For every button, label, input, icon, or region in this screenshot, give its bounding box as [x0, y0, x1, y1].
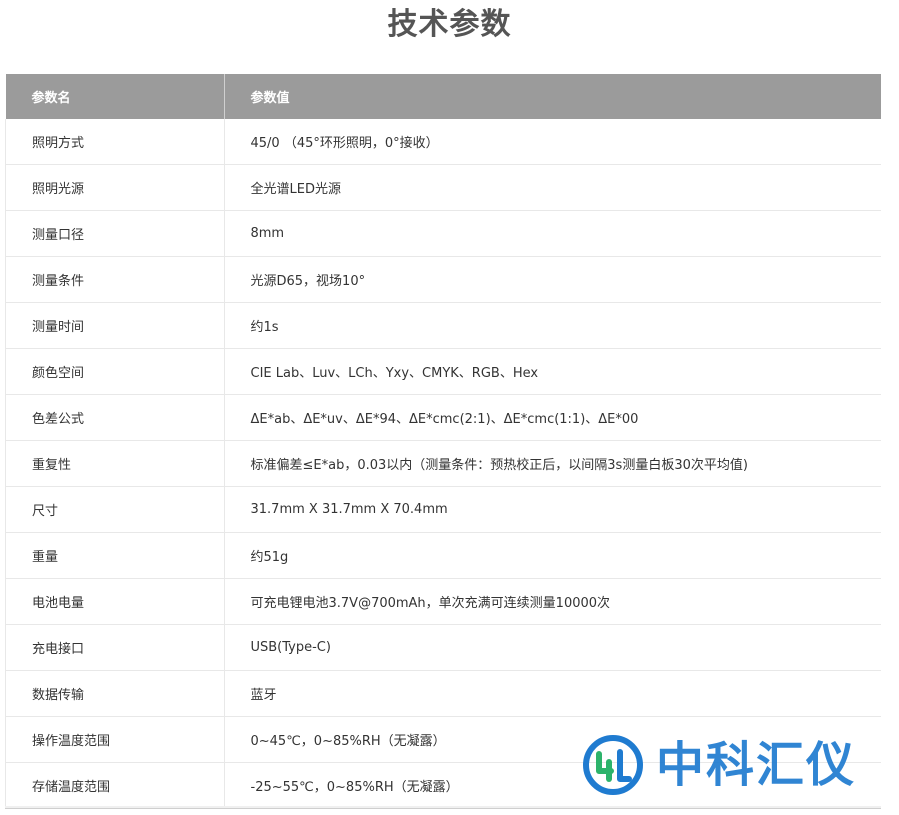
param-name: 数据传输 — [5, 670, 225, 717]
param-value: 全光谱LED光源 — [224, 164, 881, 211]
param-name: 操作温度范围 — [5, 716, 225, 763]
spec-table: 参数名 参数值 照明方式 45/0 （45°环形照明，0°接收） 照明光源 全光谱L… — [5, 74, 881, 809]
table-row: 充电接口 USB(Type-C) — [5, 624, 881, 671]
param-value: 约1s — [224, 302, 881, 349]
param-value: 31.7mm X 31.7mm X 70.4mm — [224, 486, 881, 533]
table-row: 数据传输 蓝牙 — [5, 670, 881, 717]
param-name: 充电接口 — [5, 624, 225, 671]
param-value: 可充电锂电池3.7V@700mAh，单次充满可连续测量10000次 — [224, 578, 881, 625]
param-name: 照明方式 — [5, 119, 225, 165]
param-name: 测量时间 — [5, 302, 225, 349]
table-row: 重复性 标准偏差≤E*ab，0.03以内（测量条件：预热校正后，以间隔3s测量白板… — [5, 440, 881, 487]
param-name: 存储温度范围 — [5, 762, 225, 809]
param-value: 45/0 （45°环形照明，0°接收） — [224, 119, 881, 165]
param-name: 重复性 — [5, 440, 225, 487]
table-row: 颜色空间 CIE Lab、Luv、LCh、Yxy、CMYK、RGB、Hex — [5, 348, 881, 395]
company-logo-icon — [583, 735, 643, 795]
table-row: 照明方式 45/0 （45°环形照明，0°接收） — [5, 119, 881, 165]
param-value: 蓝牙 — [224, 670, 881, 717]
page-title: 技术参数 — [387, 7, 512, 42]
bottom-divider — [5, 806, 881, 808]
spec-page: 技术参数 参数名 参数值 照明方式 45/0 （45°环形照明，0°接收） 照明光… — [0, 0, 899, 815]
spec-table-container: 参数名 参数值 照明方式 45/0 （45°环形照明，0°接收） 照明光源 全光谱L… — [5, 74, 881, 809]
param-value: 光源D65，视场10° — [224, 256, 881, 303]
table-row: 测量口径 8mm — [5, 210, 881, 257]
param-value: CIE Lab、Luv、LCh、Yxy、CMYK、RGB、Hex — [224, 348, 881, 395]
param-name: 电池电量 — [5, 578, 225, 625]
param-value: 8mm — [224, 210, 881, 257]
table-row: 测量条件 光源D65，视场10° — [5, 256, 881, 303]
param-value: USB(Type-C) — [224, 624, 881, 671]
table-row: 色差公式 ΔE*ab、ΔE*uv、ΔE*94、ΔE*cmc(2:1)、ΔE*cmc… — [5, 394, 881, 441]
param-name: 色差公式 — [5, 394, 225, 441]
param-name: 尺寸 — [5, 486, 225, 533]
param-value: ΔE*ab、ΔE*uv、ΔE*94、ΔE*cmc(2:1)、ΔE*cmc(1:1… — [224, 394, 881, 441]
param-name: 重量 — [5, 532, 225, 579]
table-row: 测量时间 约1s — [5, 302, 881, 349]
param-name: 照明光源 — [5, 164, 225, 211]
param-name: 测量条件 — [5, 256, 225, 303]
table-row: 尺寸 31.7mm X 31.7mm X 70.4mm — [5, 486, 881, 533]
table-row: 照明光源 全光谱LED光源 — [5, 164, 881, 211]
param-name: 测量口径 — [5, 210, 225, 257]
table-row: 重量 约51g — [5, 532, 881, 579]
param-value: 约51g — [224, 532, 881, 579]
company-name-text: 中科汇仪 — [656, 737, 857, 793]
table-header-row: 参数名 参数值 — [5, 74, 881, 119]
param-value: 标准偏差≤E*ab，0.03以内（测量条件：预热校正后，以间隔3s测量白板30次… — [224, 440, 881, 487]
header-param-name: 参数名 — [5, 74, 225, 119]
header-param-value: 参数值 — [224, 74, 881, 119]
table-row: 电池电量 可充电锂电池3.7V@700mAh，单次充满可连续测量10000次 — [5, 578, 881, 625]
param-name: 颜色空间 — [5, 348, 225, 395]
company-watermark: 中科汇仪 — [582, 730, 882, 800]
